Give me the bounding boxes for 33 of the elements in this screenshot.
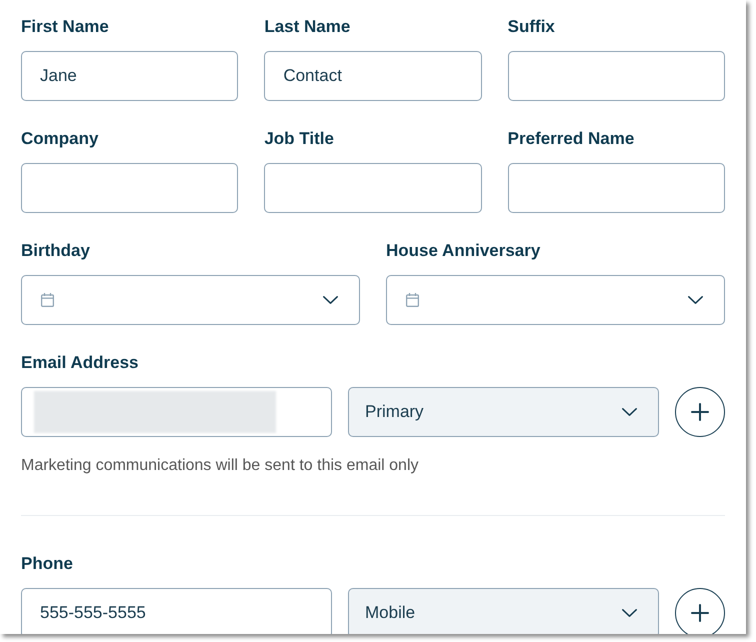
- calendar-icon: [406, 293, 419, 307]
- helper-text: Marketing communications will be sent to this email only: [21, 456, 420, 476]
- text-input[interactable]: Contact: [264, 51, 482, 101]
- field-label: Preferred Name: [508, 128, 636, 150]
- date-picker[interactable]: [386, 275, 725, 325]
- text-input[interactable]: [21, 163, 238, 213]
- chevron-down-icon: [688, 296, 703, 304]
- field-label: Email Address: [21, 352, 140, 374]
- field-label: First Name: [21, 16, 110, 38]
- text-input[interactable]: 555-555-5555: [21, 588, 332, 634]
- field-label: Job Title: [264, 128, 335, 150]
- chevron-down-icon: [622, 609, 637, 617]
- chevron-down-icon: [323, 296, 338, 304]
- chevron-down-icon: [622, 408, 637, 416]
- text-input[interactable]: [508, 163, 725, 213]
- text-input[interactable]: [264, 163, 482, 213]
- field-label: Last Name: [264, 16, 352, 38]
- email-field[interactable]: [21, 387, 332, 437]
- add-button[interactable]: [675, 387, 725, 437]
- text-input[interactable]: [508, 51, 725, 101]
- field-label: Suffix: [508, 16, 556, 38]
- field-label: Company: [21, 128, 100, 150]
- plus-icon: [691, 403, 709, 421]
- plus-icon: [691, 604, 709, 622]
- text-input[interactable]: Jane: [21, 51, 238, 101]
- add-button[interactable]: [675, 588, 725, 634]
- type-select[interactable]: Primary: [348, 387, 659, 437]
- calendar-icon: [41, 293, 54, 307]
- type-select[interactable]: Mobile: [348, 588, 659, 634]
- field-label: Birthday: [21, 240, 91, 262]
- field-label: House Anniversary: [386, 240, 542, 262]
- date-picker[interactable]: [21, 275, 360, 325]
- field-label: Phone: [21, 553, 74, 575]
